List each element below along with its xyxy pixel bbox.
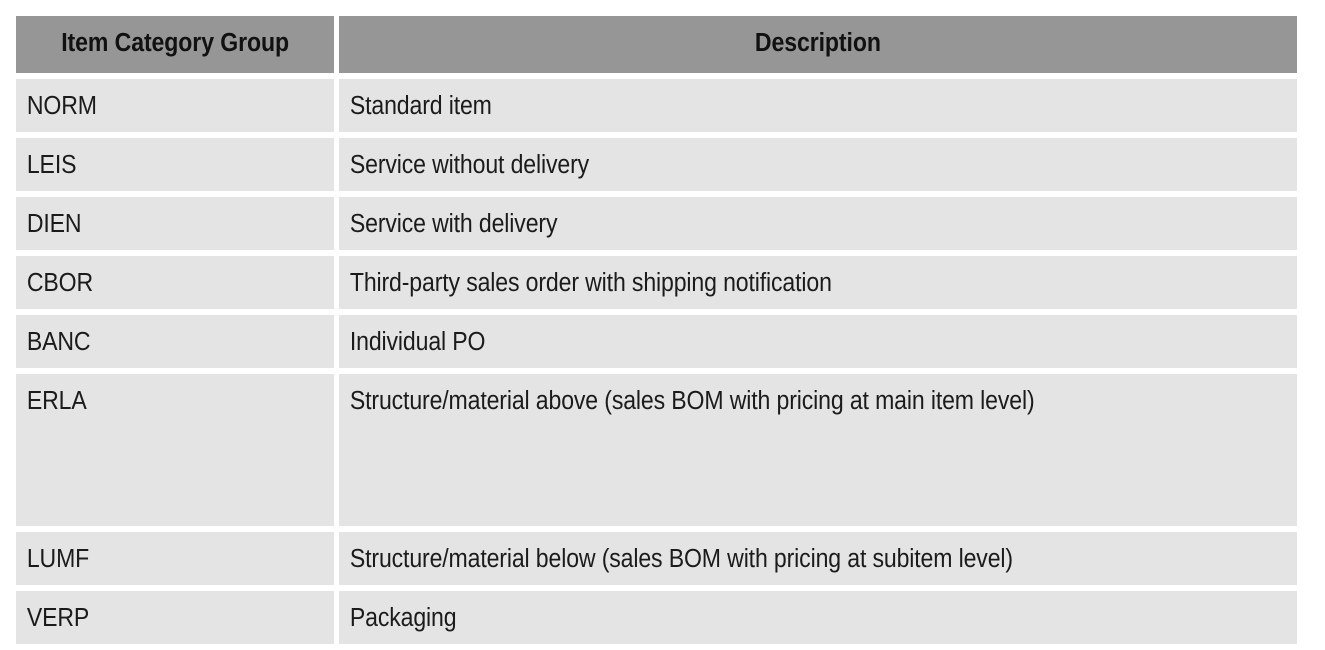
cell-value-code: BANC (16, 315, 335, 368)
cell-wrapper-description: Standard item (339, 79, 1297, 132)
cell-description: Third-party sales order with shipping no… (339, 256, 1297, 309)
cell-item-category-group: NORM (16, 79, 335, 132)
cell-value-description: Structure/material below (sales BOM with… (339, 532, 1297, 585)
cell-value-code: VERP (16, 591, 335, 644)
cell-description: Standard item (339, 79, 1297, 132)
cell-value-code: LUMF (16, 532, 335, 585)
cell-description: Structure/material below (sales BOM with… (339, 532, 1297, 585)
cell-value-description: Standard item (339, 79, 1297, 132)
cell-wrapper-code: VERP (16, 591, 335, 644)
table-row: LEIS Service without delivery (16, 138, 1297, 191)
cell-wrapper-code: BANC (16, 315, 335, 368)
cell-wrapper-description: Structure/material below (sales BOM with… (339, 532, 1297, 585)
cell-wrapper-description: Service without delivery (339, 138, 1297, 191)
cell-item-category-group: LUMF (16, 532, 335, 585)
cell-item-category-group: BANC (16, 315, 335, 368)
cell-value-description: Service without delivery (339, 138, 1297, 191)
cell-wrapper-code: CBOR (16, 256, 335, 309)
table-row: VERP Packaging (16, 591, 1297, 644)
cell-value-description: Structure/material above (sales BOM with… (339, 374, 1297, 430)
column-header-label-description: Description (339, 16, 1297, 72)
cell-description: Service with delivery (339, 197, 1297, 250)
cell-wrapper-description: Individual PO (339, 315, 1297, 368)
table-row: LUMF Structure/material below (sales BOM… (16, 532, 1297, 585)
cell-wrapper-code: DIEN (16, 197, 335, 250)
cell-value-description: Service with delivery (339, 197, 1297, 250)
cell-wrapper-description: Service with delivery (339, 197, 1297, 250)
header-cell-wrapper-code: Item Category Group (16, 16, 335, 73)
cell-value-code: LEIS (16, 138, 335, 191)
cell-item-category-group: LEIS (16, 138, 335, 191)
header-cell-wrapper-description: Description (339, 16, 1297, 73)
table-body: NORM Standard item LEIS Service without … (16, 79, 1297, 644)
table-row: BANC Individual PO (16, 315, 1297, 368)
cell-item-category-group: ERLA (16, 374, 335, 526)
column-header-description: Description (339, 16, 1297, 73)
cell-description: Service without delivery (339, 138, 1297, 191)
cell-description: Packaging (339, 591, 1297, 644)
cell-wrapper-code: NORM (16, 79, 335, 132)
cell-wrapper-code: LEIS (16, 138, 335, 191)
cell-wrapper-description: Third-party sales order with shipping no… (339, 256, 1297, 309)
cell-value-code: NORM (16, 79, 335, 132)
table-row: NORM Standard item (16, 79, 1297, 132)
cell-value-description: Packaging (339, 591, 1297, 644)
table-header-row: Item Category Group Description (16, 16, 1297, 73)
column-header-item-category-group: Item Category Group (16, 16, 335, 73)
cell-description: Individual PO (339, 315, 1297, 368)
cell-wrapper-code: LUMF (16, 532, 335, 585)
cell-value-code: DIEN (16, 197, 335, 250)
cell-wrapper-code: ERLA (16, 374, 335, 526)
cell-item-category-group: CBOR (16, 256, 335, 309)
cell-value-description: Third-party sales order with shipping no… (339, 256, 1297, 309)
cell-value-code: ERLA (16, 374, 335, 430)
table-header: Item Category Group Description (16, 16, 1297, 73)
cell-wrapper-description: Packaging (339, 591, 1297, 644)
cell-item-category-group: VERP (16, 591, 335, 644)
cell-wrapper-description: Structure/material above (sales BOM with… (339, 374, 1297, 526)
column-header-label-item-category-group: Item Category Group (16, 16, 335, 72)
page-canvas: Item Category Group Description NORM Sta… (0, 0, 1325, 644)
cell-item-category-group: DIEN (16, 197, 335, 250)
table-row: DIEN Service with delivery (16, 197, 1297, 250)
item-category-group-table: Item Category Group Description NORM Sta… (11, 10, 1302, 650)
table-row: ERLA Structure/material above (sales BOM… (16, 374, 1297, 526)
cell-value-code: CBOR (16, 256, 335, 309)
table-row: CBOR Third-party sales order with shippi… (16, 256, 1297, 309)
cell-description: Structure/material above (sales BOM with… (339, 374, 1297, 526)
cell-value-description: Individual PO (339, 315, 1297, 368)
